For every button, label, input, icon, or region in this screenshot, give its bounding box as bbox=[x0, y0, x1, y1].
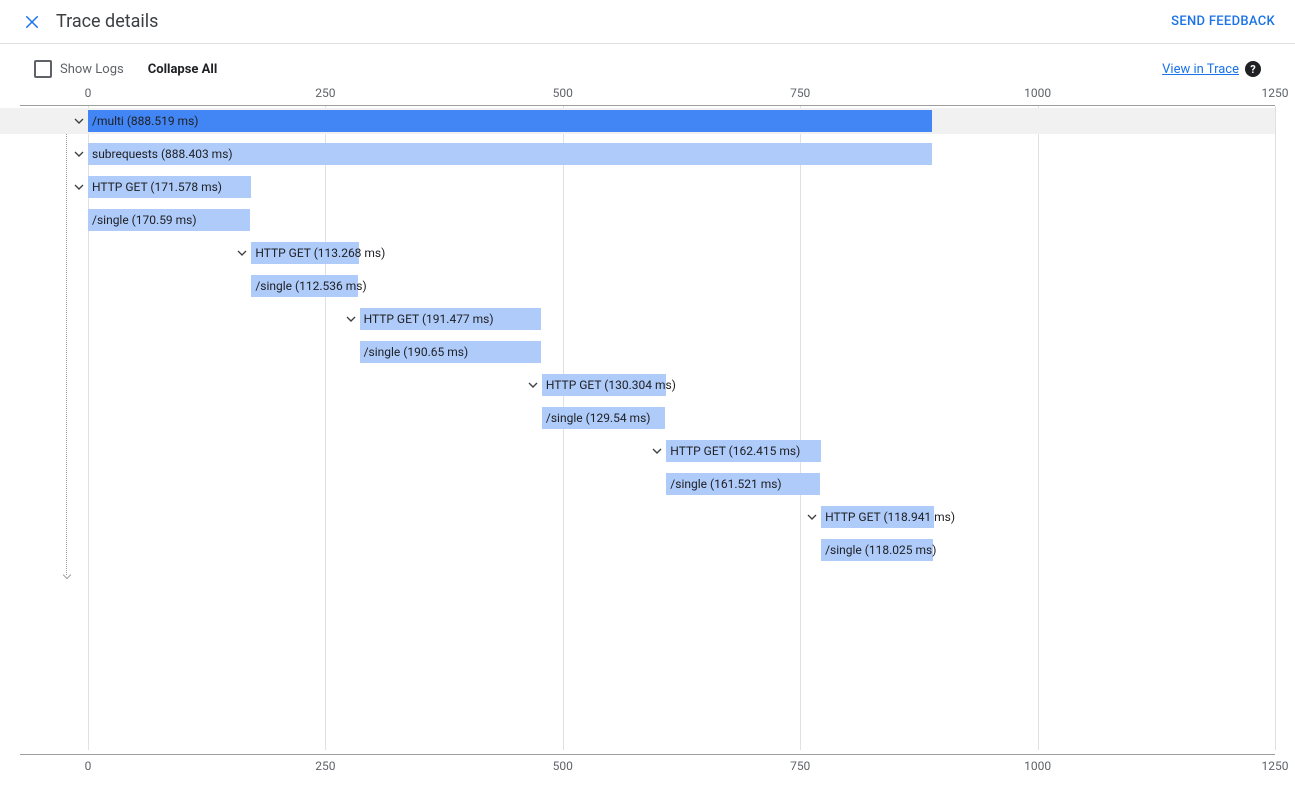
axis-tick: 250 bbox=[315, 759, 335, 773]
span-bar[interactable] bbox=[542, 407, 665, 429]
axis-tick: 500 bbox=[553, 86, 573, 100]
chevron-down-icon[interactable] bbox=[648, 442, 666, 460]
span-bar[interactable] bbox=[88, 176, 251, 198]
axis-tick: 500 bbox=[553, 759, 573, 773]
send-feedback-link[interactable]: SEND FEEDBACK bbox=[1171, 14, 1275, 29]
axis-tick: 750 bbox=[790, 86, 810, 100]
span-row: HTTP GET (162.415 ms) bbox=[20, 438, 1275, 464]
axis-tick: 750 bbox=[790, 759, 810, 773]
chevron-down-icon[interactable] bbox=[524, 376, 542, 394]
axis-tick: 0 bbox=[85, 86, 92, 100]
show-logs-label: Show Logs bbox=[60, 62, 124, 77]
span-bar[interactable] bbox=[251, 242, 359, 264]
axis-tick: 250 bbox=[315, 86, 335, 100]
timeline-axis-top: 025050075010001250 bbox=[20, 86, 1275, 106]
span-row: HTTP GET (118.941 ms) bbox=[20, 504, 1275, 530]
span-row: HTTP GET (130.304 ms) bbox=[20, 372, 1275, 398]
axis-tick: 1250 bbox=[1262, 86, 1289, 100]
toolbar: Show Logs Collapse All View in Trace ? bbox=[0, 44, 1295, 86]
chevron-down-icon[interactable] bbox=[233, 244, 251, 262]
span-row: /single (112.536 ms) bbox=[20, 273, 1275, 299]
chevron-down-icon[interactable] bbox=[70, 112, 88, 130]
span-row: /multi (888.519 ms) bbox=[20, 108, 1275, 134]
span-row: /single (118.025 ms) bbox=[20, 537, 1275, 563]
close-icon[interactable] bbox=[20, 10, 44, 34]
span-row: /single (190.65 ms) bbox=[20, 339, 1275, 365]
span-bar[interactable] bbox=[821, 506, 934, 528]
span-row: /single (170.59 ms) bbox=[20, 207, 1275, 233]
span-row: /single (161.521 ms) bbox=[20, 471, 1275, 497]
axis-tick: 0 bbox=[85, 759, 92, 773]
axis-tick: 1000 bbox=[1024, 86, 1051, 100]
span-bar[interactable] bbox=[88, 209, 250, 231]
span-bar[interactable] bbox=[88, 143, 932, 165]
chevron-down-icon[interactable] bbox=[803, 508, 821, 526]
span-row: HTTP GET (191.477 ms) bbox=[20, 306, 1275, 332]
axis-tick: 1000 bbox=[1024, 759, 1051, 773]
chevron-down-icon[interactable] bbox=[342, 310, 360, 328]
axis-tick: 1250 bbox=[1262, 759, 1289, 773]
help-icon[interactable]: ? bbox=[1245, 61, 1261, 77]
span-bar[interactable] bbox=[360, 341, 541, 363]
collapse-all-button[interactable]: Collapse All bbox=[148, 62, 218, 77]
trace-timeline: 0 250 500 750 1000 1250 /multi (888.519 ms) su… bbox=[0, 86, 1295, 794]
span-row: /single (129.54 ms) bbox=[20, 405, 1275, 431]
span-row: HTTP GET (113.268 ms) bbox=[20, 240, 1275, 266]
view-in-trace-link[interactable]: View in Trace bbox=[1162, 62, 1239, 77]
timeline-plot: /multi (888.519 ms) subrequests (888.403 … bbox=[20, 106, 1275, 750]
span-bar[interactable] bbox=[666, 473, 819, 495]
span-bar[interactable] bbox=[251, 275, 358, 297]
span-bar[interactable] bbox=[821, 539, 933, 561]
span-bar[interactable] bbox=[360, 308, 542, 330]
header: Trace details SEND FEEDBACK bbox=[0, 0, 1295, 44]
show-logs-checkbox[interactable] bbox=[34, 60, 52, 78]
span-bar[interactable] bbox=[88, 110, 932, 132]
chevron-down-icon[interactable] bbox=[70, 145, 88, 163]
page-title: Trace details bbox=[56, 11, 158, 32]
span-row: HTTP GET (171.578 ms) bbox=[20, 174, 1275, 200]
span-row: subrequests (888.403 ms) bbox=[20, 141, 1275, 167]
chevron-down-icon[interactable] bbox=[70, 178, 88, 196]
timeline-axis-bottom: 025050075010001250 bbox=[20, 754, 1275, 774]
span-bar[interactable] bbox=[666, 440, 820, 462]
span-bar[interactable] bbox=[542, 374, 666, 396]
